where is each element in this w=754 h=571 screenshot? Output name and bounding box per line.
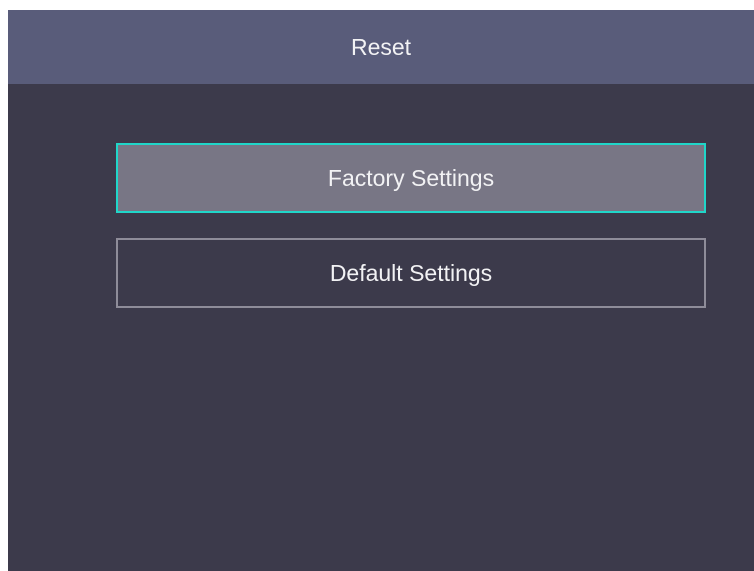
device-screen: Reset Factory Settings Default Settings — [8, 10, 754, 571]
default-settings-label: Default Settings — [329, 259, 493, 286]
default-settings-button[interactable]: Default Settings — [116, 238, 706, 308]
page-title: Reset — [350, 33, 412, 60]
title-bar: Reset — [8, 10, 754, 84]
factory-settings-label: Factory Settings — [327, 164, 495, 191]
factory-settings-button[interactable]: Factory Settings — [116, 143, 706, 213]
